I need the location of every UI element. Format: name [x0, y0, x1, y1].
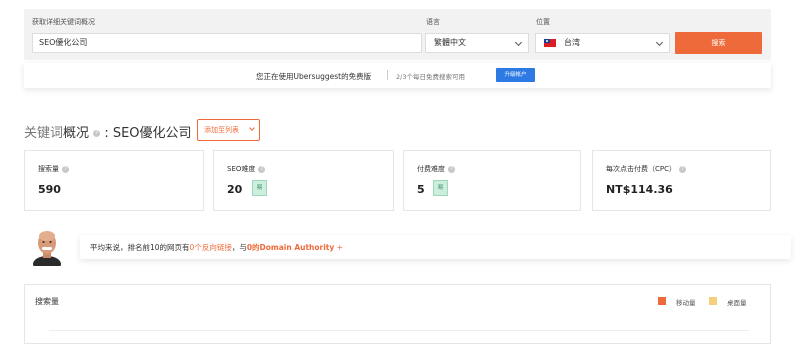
chevron-down-icon: [514, 38, 523, 47]
metric-value: NT$114.36: [606, 183, 673, 196]
metric-label: 每次点击付费（CPC）?: [606, 164, 686, 174]
page-title-main: 概况: [63, 126, 90, 141]
legend-swatch-desktop: [709, 297, 717, 305]
search-quota-text: 2/3个每日免费搜索可用: [396, 73, 465, 81]
page-title-keyword: : SEO優化公司: [104, 126, 192, 141]
metric-value: 590: [38, 183, 61, 196]
metric-label: 搜索量?: [38, 164, 69, 174]
metric-label: SEO难度?: [227, 164, 266, 174]
add-to-list-button[interactable]: 添加至列表: [197, 119, 260, 141]
keyword-field-label: 获取详细关键词概况: [32, 18, 95, 26]
help-icon[interactable]: ?: [679, 165, 686, 173]
taiwan-flag-icon: [544, 39, 556, 47]
divider: [387, 70, 388, 80]
backlinks-link[interactable]: 0个反向链接: [190, 243, 232, 252]
help-icon[interactable]: ?: [258, 165, 266, 173]
help-icon[interactable]: ?: [62, 165, 69, 173]
legend-label-desktop: 桌面量: [727, 299, 747, 307]
avatar: [33, 231, 61, 266]
page-title-prefix: 关键词: [24, 126, 64, 141]
language-field-label: 语言: [426, 18, 440, 26]
help-icon[interactable]: ?: [93, 130, 101, 137]
authority-strip: 平均来说，排名前10的网页有0个反向链接，与0的Domain Authority…: [80, 235, 791, 259]
metric-card-cpc: 每次点击付费（CPC）? NT$114.36: [592, 150, 771, 211]
language-select-value: 繁體中文: [434, 38, 466, 47]
expand-icon[interactable]: +: [334, 243, 343, 252]
authority-insight: 平均来说，排名前10的网页有0个反向链接，与0的Domain Authority…: [24, 228, 791, 266]
chart-gridline: [49, 330, 749, 331]
difficulty-badge: 易: [433, 180, 448, 196]
location-select[interactable]: 台湾: [535, 33, 670, 53]
upgrade-account-button[interactable]: 升级帐户: [496, 68, 535, 82]
help-icon[interactable]: ?: [448, 165, 455, 173]
page-title: 关键词概况 ? : SEO優化公司: [24, 122, 192, 141]
domain-authority-link[interactable]: 0的Domain Authority: [247, 243, 334, 252]
metric-label: 付费难度?: [417, 164, 455, 174]
difficulty-badge: 易: [252, 180, 267, 196]
metric-card-paid-difficulty: 付费难度? 5 易: [403, 150, 581, 211]
chevron-down-icon: [655, 38, 664, 47]
metric-card-search-volume: 搜索量? 590: [24, 150, 204, 211]
metric-card-seo-difficulty: SEO难度? 20 易: [213, 150, 394, 211]
authority-text: 平均来说，排名前10的网页有0个反向链接，与0的Domain Authority…: [90, 243, 343, 252]
location-field-label: 位置: [536, 18, 550, 26]
legend-swatch-mobile: [658, 297, 666, 305]
chevron-down-icon: [249, 125, 255, 131]
metric-value: 20: [227, 183, 243, 196]
search-button[interactable]: 搜索: [675, 32, 762, 54]
metric-value: 5: [417, 183, 425, 196]
free-plan-text: 您正在使用Ubersuggest的免费版: [256, 72, 372, 81]
free-plan-notice: 您正在使用Ubersuggest的免费版 2/3个每日免费搜索可用 升级帐户: [24, 63, 771, 88]
keyword-search-panel: 获取详细关键词概况 SEO優化公司 语言 繁體中文 位置 台湾 搜索: [24, 9, 771, 60]
location-select-value: 台湾: [564, 38, 580, 47]
language-select[interactable]: 繁體中文: [425, 33, 529, 53]
legend-label-mobile: 移动量: [676, 299, 696, 307]
chart-title: 搜索量: [35, 297, 59, 306]
keyword-input[interactable]: SEO優化公司: [32, 33, 422, 53]
search-volume-chart: 搜索量 移动量 桌面量: [24, 284, 771, 344]
add-to-list-label: 添加至列表: [204, 126, 239, 134]
